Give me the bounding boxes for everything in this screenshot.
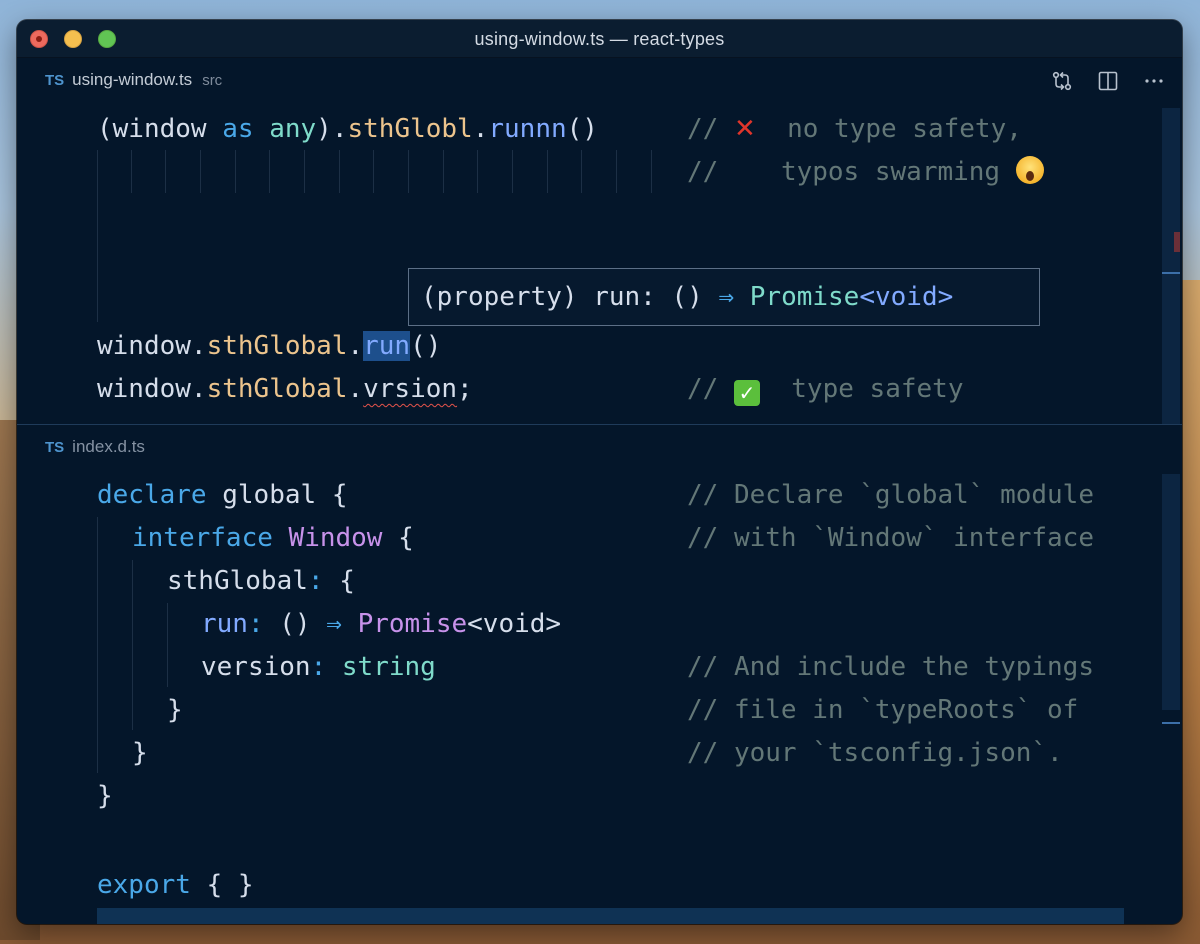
indent-guide <box>97 517 98 773</box>
code-token: : <box>310 652 342 682</box>
code-line: } <box>97 781 113 811</box>
code-token: export <box>97 870 191 900</box>
code-comment: // with `Window` interface <box>687 523 1094 553</box>
code-token: version <box>201 652 311 682</box>
code-token: { <box>339 566 355 596</box>
code-comment: // your `tsconfig.json`. <box>687 738 1063 768</box>
code-line: run: () ⇒ Promise<void> <box>201 603 561 646</box>
horizontal-scrollbar[interactable] <box>97 908 1124 924</box>
bottom-scrollbar[interactable] <box>1162 474 1180 710</box>
code-token: () <box>279 609 311 639</box>
code-token: : <box>307 566 340 596</box>
code-token: { } <box>190 870 254 900</box>
code-token: sthGlobal <box>167 566 308 596</box>
code-token: { <box>331 480 348 510</box>
code-token: : <box>247 609 280 639</box>
bottom-editor[interactable]: declare global { // Declare `global` mod… <box>17 20 1182 924</box>
code-comment: // file in `typeRoots` of <box>687 695 1079 725</box>
code-line: export { } <box>97 864 254 907</box>
code-token: Promise <box>357 609 468 639</box>
code-token: ⇒ <box>310 609 358 639</box>
editor-window: using-window.ts — react-types TS using-w… <box>17 20 1182 924</box>
indent-guide <box>132 560 133 730</box>
code-token: global <box>206 480 332 510</box>
code-line: } <box>132 738 148 768</box>
code-token: Window <box>272 523 399 553</box>
code-token: run <box>201 609 248 639</box>
code-line: declare global { <box>97 474 347 517</box>
code-token: interface <box>132 523 273 553</box>
code-line: version: string <box>201 646 436 689</box>
code-token: { <box>398 523 414 553</box>
code-token: <void> <box>467 609 562 639</box>
code-line: interface Window { <box>132 517 414 560</box>
indent-guide <box>167 603 168 687</box>
code-comment: // And include the typings <box>687 652 1094 682</box>
code-comment: // Declare `global` module <box>687 480 1094 510</box>
code-token: string <box>341 652 436 682</box>
code-line: } <box>167 695 183 725</box>
code-line: sthGlobal: { <box>167 560 355 603</box>
code-token: declare <box>97 480 207 510</box>
scrollbar-marker <box>1162 722 1180 724</box>
